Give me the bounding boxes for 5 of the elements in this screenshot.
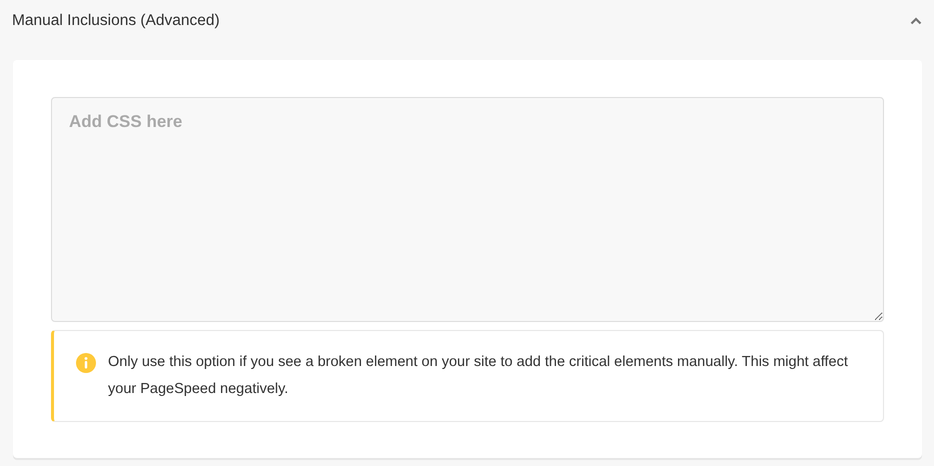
- css-field[interactable]: Add CSS here: [51, 97, 884, 322]
- chevron-icon[interactable]: [910, 17, 922, 25]
- section-title: Manual Inclusions (Advanced): [12, 12, 220, 30]
- notice-text: Only use this option if you see a broken element on your site to add the critical elements manually. This might affect your PageSpeed negatively.: [108, 353, 849, 399]
- info-icon: [76, 353, 96, 373]
